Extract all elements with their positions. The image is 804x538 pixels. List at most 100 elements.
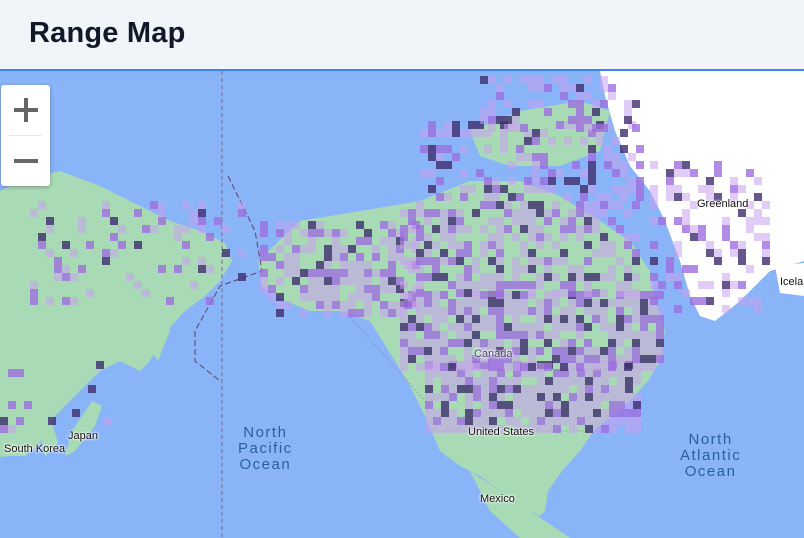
range-cell (690, 297, 698, 305)
range-cell (472, 315, 480, 323)
range-cell (552, 273, 560, 281)
range-cell (656, 307, 664, 315)
zoom-in-button[interactable] (1, 85, 50, 135)
range-cell (505, 409, 513, 417)
range-cell (260, 269, 268, 277)
range-cell (584, 76, 592, 84)
range-cell (592, 289, 600, 297)
range-cell (568, 281, 576, 289)
range-cell (408, 347, 416, 355)
range-cell (609, 385, 617, 393)
range-cell (420, 129, 428, 137)
range-cell (380, 237, 388, 245)
range-cell (72, 409, 80, 417)
range-cell (616, 315, 624, 323)
range-cell (198, 201, 206, 209)
range-cell (424, 363, 432, 371)
range-cell (536, 347, 544, 355)
range-cell (604, 161, 612, 169)
range-cell (473, 417, 481, 425)
range-cell (102, 201, 110, 209)
range-cell (616, 331, 624, 339)
range-cell (206, 265, 214, 273)
range-cell (553, 401, 561, 409)
range-cell (38, 241, 46, 249)
range-cell (746, 297, 754, 305)
range-cell (110, 233, 118, 241)
range-cell (440, 347, 448, 355)
range-cell (425, 425, 433, 433)
range-cell (520, 225, 528, 233)
range-cell (448, 225, 456, 233)
range-cell (472, 339, 480, 347)
range-cell (324, 293, 332, 301)
range-cell (449, 393, 457, 401)
range-cell (569, 369, 577, 377)
range-cell (480, 323, 488, 331)
range-cell (508, 177, 516, 185)
range-cell (182, 257, 190, 265)
range-cell (440, 307, 448, 315)
range-cell (440, 273, 448, 281)
range-cell (540, 185, 548, 193)
range-cell (372, 269, 380, 277)
range-cell (512, 108, 520, 116)
range-cell (632, 257, 640, 265)
range-cell (505, 417, 513, 425)
range-cell (481, 409, 489, 417)
range-cell (464, 249, 472, 257)
range-cell (754, 177, 762, 185)
plus-icon (13, 98, 38, 122)
range-cell (480, 241, 488, 249)
range-cell (569, 425, 577, 433)
range-cell (276, 245, 284, 253)
range-cell (424, 299, 432, 307)
range-cell (472, 289, 480, 297)
range-cell (372, 285, 380, 293)
range-cell (576, 355, 584, 363)
range-cell (388, 301, 396, 309)
range-cell (340, 261, 348, 269)
range-cell (432, 339, 440, 347)
range-cell (332, 277, 340, 285)
range-cell (308, 269, 316, 277)
range-cell (424, 241, 432, 249)
range-cell (496, 257, 504, 265)
range-cell (432, 323, 440, 331)
range-cell (738, 257, 746, 265)
range-cell (528, 307, 536, 315)
range-cell (380, 221, 388, 229)
range-cell (592, 307, 600, 315)
range-cell (544, 363, 552, 371)
range-cell (456, 331, 464, 339)
range-cell (424, 249, 432, 257)
zoom-out-button[interactable] (1, 136, 50, 186)
range-cell (284, 269, 292, 277)
range-cell (86, 289, 94, 297)
range-cell (544, 299, 552, 307)
range-cell (746, 217, 754, 225)
range-cell (8, 401, 16, 409)
range-cell (444, 129, 452, 137)
range-cell (512, 299, 520, 307)
range-cell (488, 315, 496, 323)
range-cell (674, 273, 682, 281)
range-map[interactable]: Greenland Canada United States Mexico Ja… (0, 71, 804, 538)
range-cell (568, 315, 576, 323)
range-cell (324, 277, 332, 285)
range-cell (616, 299, 624, 307)
range-cell (0, 417, 8, 425)
range-cell (560, 225, 568, 233)
range-cell (496, 201, 504, 209)
range-cell (628, 177, 636, 185)
range-cell (408, 217, 416, 225)
range-cell (340, 269, 348, 277)
range-cell (182, 201, 190, 209)
range-cell (424, 257, 432, 265)
range-cell (569, 409, 577, 417)
range-cell (150, 201, 158, 209)
range-cell (537, 425, 545, 433)
range-cell (300, 285, 308, 293)
range-cell (504, 209, 512, 217)
range-cell (488, 100, 496, 108)
